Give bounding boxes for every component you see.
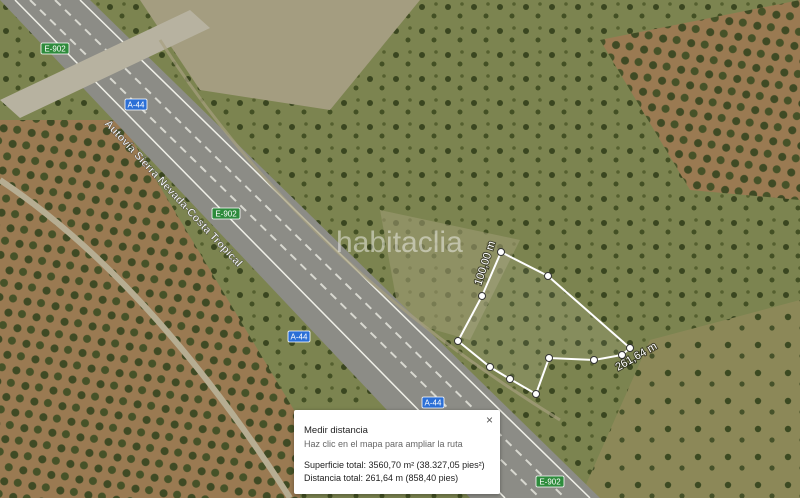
road-shield-a44-3: A-44 <box>421 396 445 409</box>
measure-vertex[interactable] <box>626 344 634 352</box>
measure-vertex[interactable] <box>532 390 540 398</box>
total-distance-text: Distancia total: 261,64 m (858,40 pies) <box>304 473 459 483</box>
measure-vertex[interactable] <box>590 356 598 364</box>
measure-vertex[interactable] <box>454 337 462 345</box>
panel-hint: Haz clic en el mapa para ampliar la ruta <box>304 439 463 449</box>
measure-vertex[interactable] <box>478 292 486 300</box>
road-shield-a44-1: A-44 <box>124 98 148 111</box>
road-shield-e902-1: E-902 <box>40 42 70 55</box>
measure-vertex[interactable] <box>506 375 514 383</box>
close-icon[interactable]: × <box>486 414 493 426</box>
measure-vertex[interactable] <box>545 354 553 362</box>
total-area-text: Superficie total: 3560,70 m² (38.327,05 … <box>304 460 485 470</box>
measure-vertex[interactable] <box>486 363 494 371</box>
measure-vertex[interactable] <box>497 248 505 256</box>
svg-text:E-902: E-902 <box>215 210 237 219</box>
svg-text:A-44: A-44 <box>291 333 308 342</box>
measure-vertex[interactable] <box>544 272 552 280</box>
road-shield-e902-3: E-902 <box>535 475 565 488</box>
panel-title: Medir distancia <box>304 425 368 436</box>
road-shield-a44-2: A-44 <box>287 330 311 343</box>
svg-text:A-44: A-44 <box>425 399 442 408</box>
road-shield-e902-2: E-902 <box>211 207 241 220</box>
svg-text:A-44: A-44 <box>128 101 145 110</box>
svg-text:E-902: E-902 <box>539 478 561 487</box>
svg-text:E-902: E-902 <box>44 45 66 54</box>
measure-distance-panel: × Medir distancia Haz clic en el mapa pa… <box>294 410 500 494</box>
